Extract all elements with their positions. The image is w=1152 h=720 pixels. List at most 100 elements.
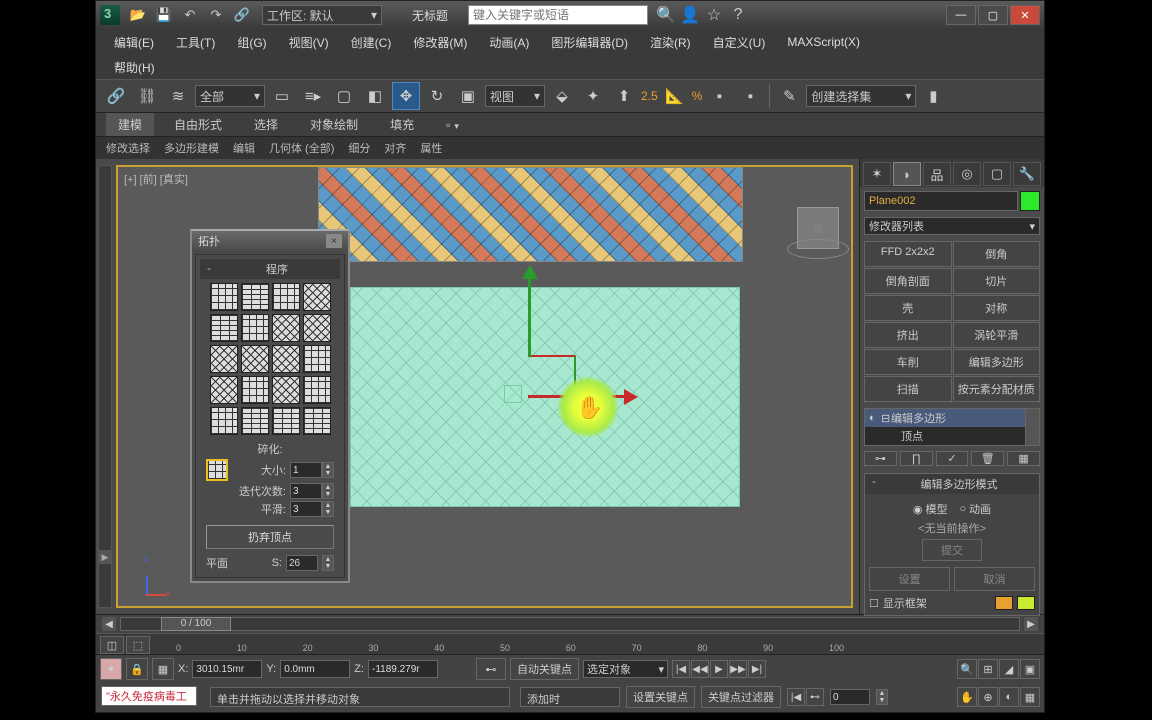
nav-zoomext-icon[interactable]: ▣ xyxy=(1020,659,1040,679)
viewport-front[interactable]: [+] [前] [真实] 前 ✋ z x xyxy=(116,165,853,608)
ts-thumb[interactable]: 0 / 100 xyxy=(161,617,231,631)
help-search-input[interactable] xyxy=(468,5,648,25)
radio-model[interactable]: ◉模型 xyxy=(913,501,948,517)
object-color-swatch[interactable] xyxy=(1020,191,1040,211)
ribbon-panel-polymodel[interactable]: 多边形建模 xyxy=(158,138,225,158)
topo-pattern-15[interactable] xyxy=(272,376,300,404)
cage-color-1[interactable] xyxy=(995,596,1013,610)
topology-close-button[interactable]: × xyxy=(326,234,342,248)
topo-pattern-18[interactable] xyxy=(241,407,269,435)
topo-discard-button[interactable]: 扔弃顶点 xyxy=(206,525,334,549)
ribbon-tab-populate[interactable]: 填充 xyxy=(378,113,426,136)
menu-help[interactable]: 帮助(H) xyxy=(104,56,165,79)
play-icon[interactable]: ▶ xyxy=(710,660,728,678)
viewport-left-bar[interactable] xyxy=(98,165,112,608)
app-logo[interactable] xyxy=(100,5,120,25)
show-cage-checkbox[interactable]: ☐ xyxy=(869,597,879,610)
topo-pattern-3[interactable] xyxy=(272,283,300,311)
selection-filter-dropdown[interactable]: 全部▾ xyxy=(195,85,265,107)
maximize-button[interactable]: ▢ xyxy=(978,5,1008,25)
mod-btn-slice[interactable]: 切片 xyxy=(953,268,1041,294)
rotate-tool-icon[interactable]: ↻ xyxy=(423,82,451,110)
object-name-field[interactable] xyxy=(864,191,1018,211)
help-icon[interactable]: ? xyxy=(728,5,748,25)
topo-pattern-13[interactable] xyxy=(210,376,238,404)
cmd-tab-hierarchy-icon[interactable]: 品 xyxy=(923,162,951,186)
ribbon-panel-modsel[interactable]: 修改选择 xyxy=(100,138,156,158)
key-goto-start-icon[interactable]: |◀ xyxy=(787,688,805,706)
pivot-icon[interactable]: ⬙ xyxy=(548,82,576,110)
mod-btn-bevel[interactable]: 倒角 xyxy=(953,241,1041,267)
mod-btn-bevelprofile[interactable]: 倒角剖面 xyxy=(864,268,952,294)
stack-scrollbar[interactable] xyxy=(1025,409,1039,445)
named-selection-dropdown[interactable]: 创建选择集▾ xyxy=(806,85,916,107)
goto-end-icon[interactable]: ▶| xyxy=(748,660,766,678)
menu-customize[interactable]: 自定义(U) xyxy=(703,31,776,54)
time-ruler[interactable]: ◫ ⬚ 0 10 20 30 40 50 60 70 80 90 100 xyxy=(96,633,1044,655)
goto-start-icon[interactable]: |◀ xyxy=(672,660,690,678)
nav-maximize-icon[interactable]: ▦ xyxy=(1020,687,1040,707)
trackbar-keys-icon[interactable]: ⬚ xyxy=(126,636,150,654)
cage-color-2[interactable] xyxy=(1017,596,1035,610)
mod-btn-symmetry[interactable]: 对称 xyxy=(953,295,1041,321)
bind-icon[interactable]: ≋ xyxy=(164,82,192,110)
key-step-icon[interactable]: ⊷ xyxy=(806,688,824,706)
link-icon[interactable]: 🔗 xyxy=(230,4,254,26)
stack-unique-icon[interactable]: ✓ xyxy=(936,451,969,466)
ts-track[interactable]: 0 / 100 xyxy=(120,617,1020,631)
ts-prev[interactable]: ◀ xyxy=(102,617,116,631)
ribbon-panel-subdiv[interactable]: 细分 xyxy=(342,138,376,158)
cmd-tab-create-icon[interactable]: ✶ xyxy=(863,162,891,186)
rollout-title[interactable]: 编辑多边形模式 xyxy=(881,476,1037,492)
topo-smooth-field[interactable] xyxy=(290,501,322,517)
menu-create[interactable]: 创建(C) xyxy=(341,31,402,54)
mod-btn-matbyelem[interactable]: 按元素分配材质 xyxy=(953,376,1041,402)
topo-pattern-1[interactable] xyxy=(210,283,238,311)
commit-button[interactable]: 提交 xyxy=(922,539,982,561)
stack-showend-icon[interactable]: ∏ xyxy=(900,451,933,466)
window-crossing-icon[interactable]: ◧ xyxy=(361,82,389,110)
topo-pattern-5[interactable] xyxy=(210,314,238,342)
menu-render[interactable]: 渲染(R) xyxy=(640,31,701,54)
viewport-label[interactable]: [+] [前] [真实] xyxy=(124,171,188,187)
workspace-dropdown[interactable]: 工作区: 默认▾ xyxy=(262,5,382,25)
topo-pattern-2[interactable] xyxy=(241,283,269,311)
snap-angle-icon[interactable]: 📐 xyxy=(661,82,689,110)
prev-frame-icon[interactable]: ◀◀ xyxy=(691,660,709,678)
ribbon-overflow[interactable]: ▫ xyxy=(434,115,471,135)
nav-zoomall-icon[interactable]: ⊞ xyxy=(978,659,998,679)
nav-orbit-icon[interactable]: ⊕ xyxy=(978,687,998,707)
z-coord-field[interactable]: -1189.279r xyxy=(368,660,438,678)
topo-iter-field[interactable] xyxy=(290,483,322,499)
stack-remove-icon[interactable]: 🗑 xyxy=(971,451,1004,466)
mirror-icon[interactable]: ▮ xyxy=(919,82,947,110)
lock-selection-icon[interactable]: 🔒 xyxy=(126,658,148,680)
topo-pattern-17[interactable] xyxy=(210,407,238,435)
current-frame-spinner[interactable]: ▲▼ xyxy=(876,689,888,705)
menu-tools[interactable]: 工具(T) xyxy=(166,31,225,54)
topo-size-field[interactable] xyxy=(290,462,322,478)
menu-edit[interactable]: 编辑(E) xyxy=(104,31,164,54)
radio-anim[interactable]: ○动画 xyxy=(959,501,991,517)
topo-pattern-6[interactable] xyxy=(241,314,269,342)
script-listener-icon[interactable]: ● xyxy=(100,658,122,680)
autokey-button[interactable]: 自动关键点 xyxy=(510,658,579,680)
nav-fov-icon[interactable]: ◢ xyxy=(999,659,1019,679)
current-frame-field[interactable] xyxy=(830,689,870,705)
save-icon[interactable]: 💾 xyxy=(152,4,176,26)
select-by-name-icon[interactable]: ≡▸ xyxy=(299,82,327,110)
topo-pattern-7[interactable] xyxy=(272,314,300,342)
topo-pattern-12[interactable] xyxy=(303,345,331,373)
snap-pct-icon[interactable]: ▪ xyxy=(705,82,733,110)
topo-smooth-spinner[interactable]: ▲▼ xyxy=(322,501,334,517)
ref-coord-dropdown[interactable]: 视图▾ xyxy=(485,85,545,107)
plane-object-1[interactable] xyxy=(318,167,743,262)
setkey-button[interactable]: 设置关键点 xyxy=(626,686,695,708)
minimize-button[interactable]: — xyxy=(946,5,976,25)
topo-pattern-10[interactable] xyxy=(241,345,269,373)
coord-display-icon[interactable]: ▦ xyxy=(152,658,174,680)
open-icon[interactable]: 📂 xyxy=(126,4,150,26)
cmd-tab-motion-icon[interactable]: ◎ xyxy=(953,162,981,186)
menu-animation[interactable]: 动画(A) xyxy=(479,31,539,54)
undo-icon[interactable]: ↶ xyxy=(178,4,202,26)
